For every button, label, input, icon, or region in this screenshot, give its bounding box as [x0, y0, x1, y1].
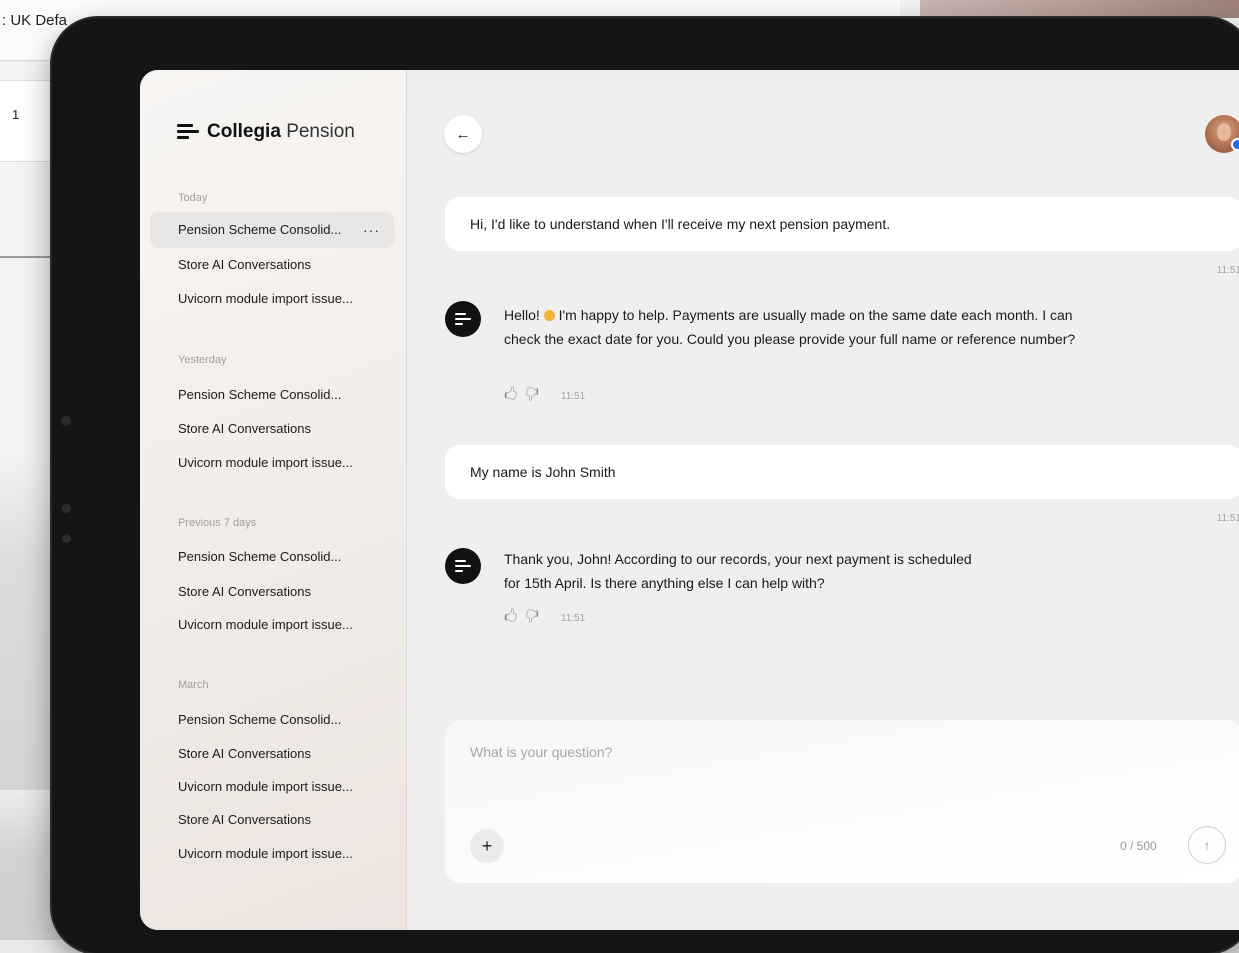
user-avatar[interactable] — [1205, 115, 1239, 153]
conversation-title: Store AI Conversations — [178, 746, 311, 761]
sidebar: Collegia Pension Today Pension Scheme Co… — [140, 70, 407, 930]
conversation-title: Pension Scheme Consolid... — [178, 712, 342, 727]
conversation-title: Store AI Conversations — [178, 584, 311, 599]
conversation-item[interactable]: Pension Scheme Consolid... — [150, 539, 394, 575]
attach-button[interactable]: + — [470, 829, 504, 863]
conversation-item[interactable]: Pension Scheme Consolid... ··· — [150, 212, 394, 248]
conversation-title: Pension Scheme Consolid... — [178, 222, 342, 237]
conversation-item[interactable]: Store AI Conversations — [150, 411, 394, 447]
conversation-title: Uvicorn module import issue... — [178, 291, 353, 306]
tablet-button — [62, 534, 71, 543]
more-options-icon[interactable]: ··· — [363, 212, 380, 248]
assistant-avatar — [445, 548, 481, 584]
logo-bold-text: Collegia — [207, 121, 281, 142]
tablet-button — [61, 416, 71, 426]
conversation-item[interactable]: Uvicorn module import issue... — [150, 769, 394, 805]
arrow-left-icon: ← — [455, 125, 471, 143]
user-message: My name is John Smith — [445, 445, 1239, 499]
conversation-item[interactable]: Uvicorn module import issue... — [150, 445, 394, 481]
conversation-title: Uvicorn module import issue... — [178, 455, 353, 470]
group-label-yesterday: Yesterday — [178, 354, 227, 366]
question-input[interactable]: What is your question? — [470, 744, 612, 760]
message-composer[interactable]: What is your question? + 0 / 500 ↑ — [445, 720, 1239, 883]
message-timestamp: 11:51 — [560, 612, 586, 624]
conversation-item[interactable]: Uvicorn module import issue... — [150, 281, 394, 317]
logo-light-text: Pension — [286, 121, 355, 142]
back-button[interactable]: ← — [444, 115, 482, 153]
thumbs-down-icon[interactable]: 🖓 — [525, 606, 538, 630]
app-logo[interactable]: Collegia Pension — [177, 121, 355, 143]
conversation-title: Uvicorn module import issue... — [178, 779, 353, 794]
conversation-title: Uvicorn module import issue... — [178, 617, 353, 632]
online-status-indicator — [1231, 138, 1239, 151]
app-screen: Collegia Pension Today Pension Scheme Co… — [140, 70, 1239, 930]
message-timestamp: 11:51 — [1216, 513, 1239, 524]
logo-text: Collegia Pension — [207, 121, 355, 143]
collegia-logo-icon — [455, 560, 471, 572]
message-text: I'm happy to help. Payments are usually … — [504, 307, 1076, 347]
message-text: Hi, I'd like to understand when I'll rec… — [470, 216, 891, 232]
avatar-face — [1217, 123, 1231, 141]
assistant-avatar — [445, 301, 481, 337]
smile-emoji-icon — [543, 310, 555, 321]
collegia-logo-icon — [455, 313, 471, 325]
conversation-item[interactable]: Store AI Conversations — [150, 736, 394, 772]
conversation-item[interactable]: Pension Scheme Consolid... — [150, 377, 394, 413]
assistant-message: Hello! I'm happy to help. Payments are u… — [504, 303, 1084, 351]
tablet-button — [62, 504, 71, 513]
message-actions: 🖒 🖓 11:51 — [504, 606, 585, 630]
message-timestamp: 11:51 — [560, 390, 586, 402]
conversation-item[interactable]: Uvicorn module import issue... — [150, 836, 394, 872]
conversation-item[interactable]: Store AI Conversations — [150, 802, 394, 838]
conversation-item[interactable]: Pension Scheme Consolid... — [150, 702, 394, 738]
arrow-up-icon: ↑ — [1203, 837, 1211, 853]
background-label: : UK Defa — [2, 12, 68, 29]
conversation-title: Store AI Conversations — [178, 257, 311, 272]
send-button[interactable]: ↑ — [1188, 826, 1226, 864]
conversation-title: Pension Scheme Consolid... — [178, 387, 342, 402]
background-photo — [920, 0, 1239, 18]
conversation-item[interactable]: Store AI Conversations — [150, 574, 394, 610]
message-text: My name is John Smith — [470, 464, 616, 480]
character-counter: 0 / 500 — [1120, 839, 1157, 853]
conversation-item[interactable]: Store AI Conversations — [150, 247, 394, 283]
conversation-title: Pension Scheme Consolid... — [178, 549, 342, 564]
thumbs-down-icon[interactable]: 🖓 — [525, 384, 538, 408]
thumbs-up-icon[interactable]: 🖒 — [504, 384, 517, 408]
thumbs-up-icon[interactable]: 🖒 — [504, 606, 517, 630]
plus-icon: + — [481, 835, 493, 856]
assistant-message: Thank you, John! According to our record… — [504, 547, 984, 595]
collegia-logo-icon — [177, 123, 199, 141]
conversation-title: Store AI Conversations — [178, 812, 311, 827]
conversation-title: Store AI Conversations — [178, 421, 311, 436]
message-text: Thank you, John! According to our record… — [504, 551, 972, 591]
background-row-number: 1 — [12, 107, 20, 122]
tablet-frame: Collegia Pension Today Pension Scheme Co… — [52, 18, 1239, 953]
conversation-item[interactable]: Uvicorn module import issue... — [150, 607, 394, 643]
user-message: Hi, I'd like to understand when I'll rec… — [445, 197, 1239, 251]
group-label-previous-7-days: Previous 7 days — [178, 517, 257, 529]
message-actions: 🖒 🖓 11:51 — [504, 384, 585, 408]
group-label-march: March — [178, 679, 209, 691]
chat-panel: ← Hi, I'd like to understand when I'll r… — [407, 70, 1239, 930]
message-timestamp: 11:51 — [1216, 265, 1239, 276]
conversation-title: Uvicorn module import issue... — [178, 846, 353, 861]
message-text: Hello! — [504, 307, 544, 323]
group-label-today: Today — [178, 192, 208, 204]
